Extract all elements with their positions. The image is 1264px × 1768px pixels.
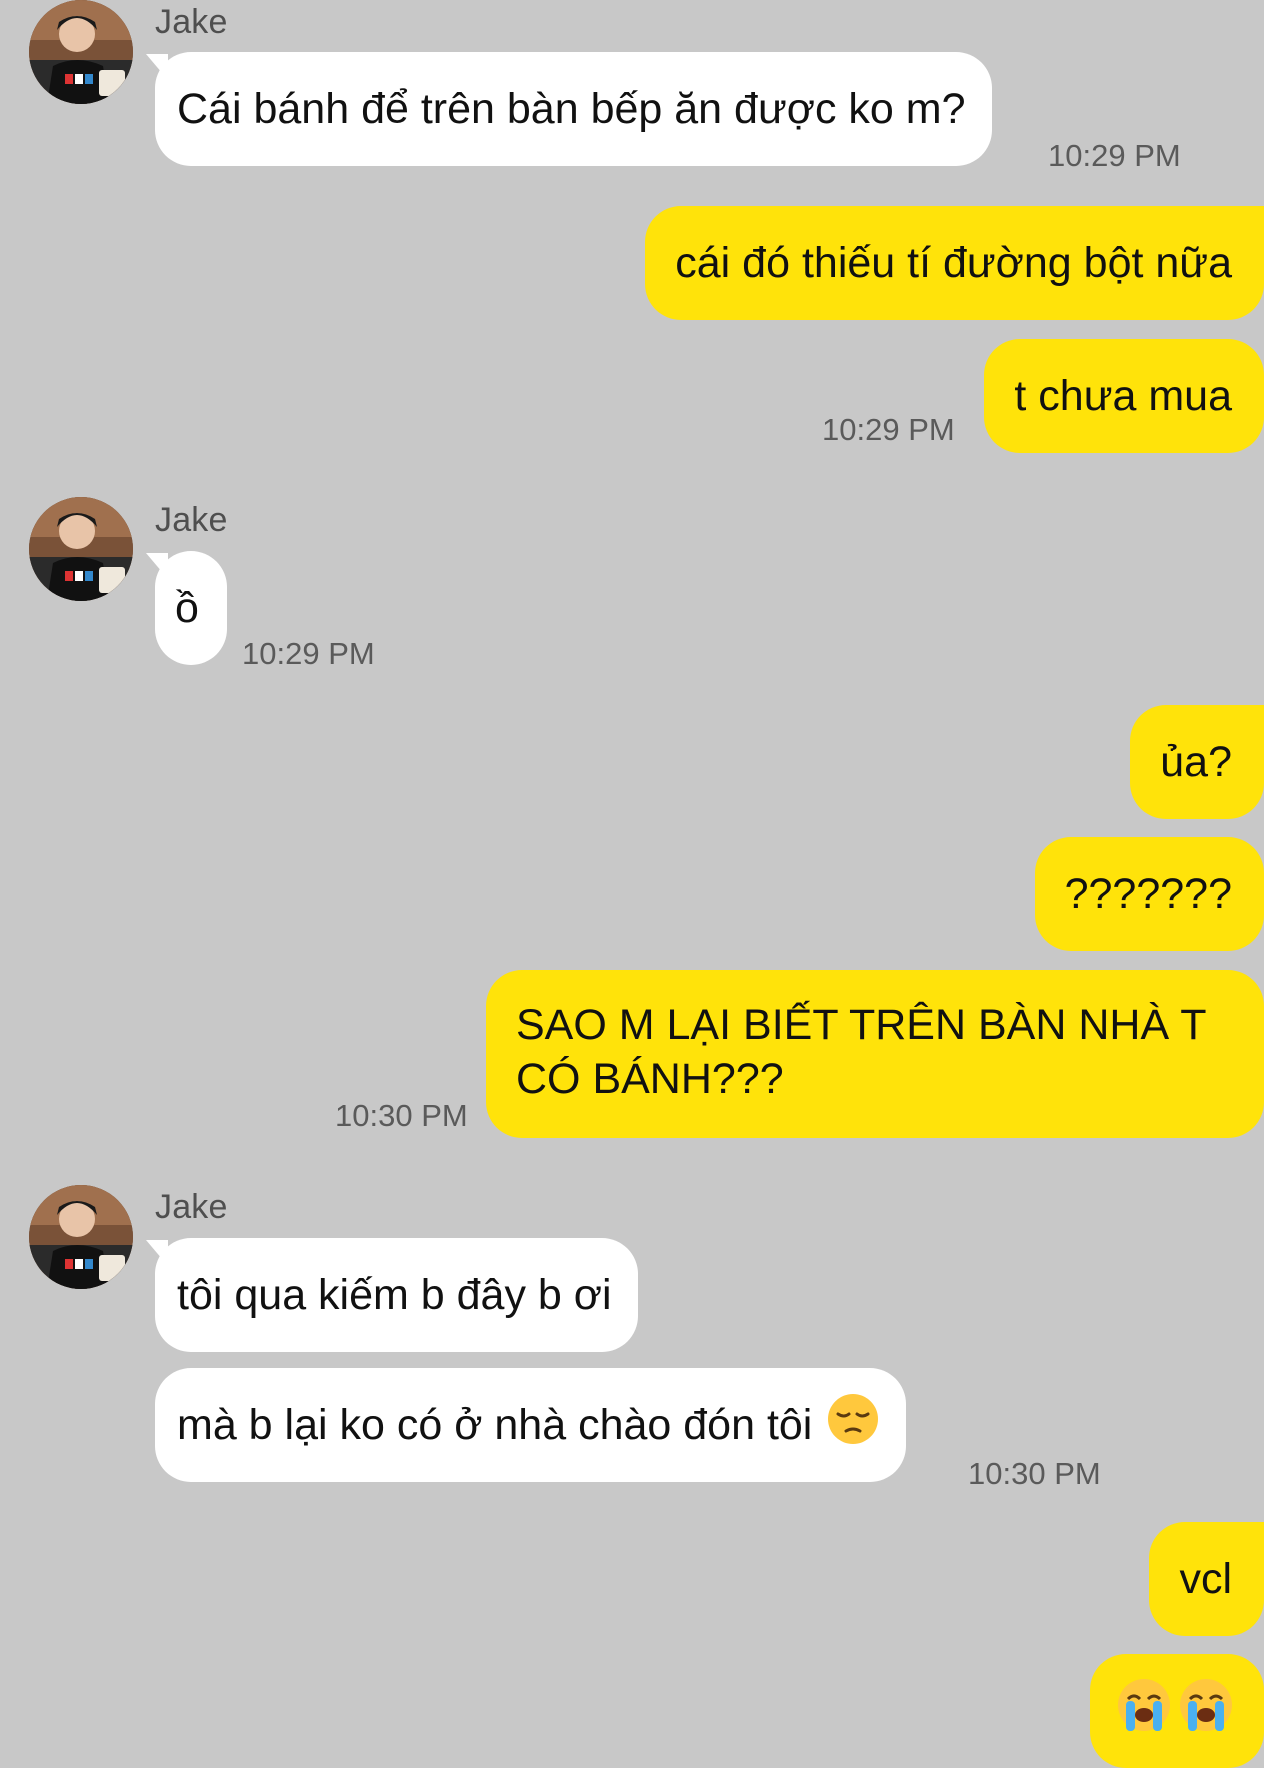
message-text: t chưa mua — [1014, 372, 1232, 420]
avatar-photo-icon — [29, 0, 133, 104]
avatar-photo-icon — [29, 1185, 133, 1289]
message-bubble-outgoing[interactable] — [1090, 1654, 1264, 1768]
avatar-photo-icon — [29, 497, 133, 601]
message-text: vcl — [1179, 1555, 1232, 1603]
message-text: SAO M LẠI BIẾT TRÊN BÀN NHÀ T CÓ BÁNH??? — [516, 1001, 1206, 1103]
pensive-face-icon — [826, 1392, 880, 1459]
message-timestamp: 10:29 PM — [242, 636, 375, 671]
message-text: mà b lại ko có ở nhà chào đón tôi — [177, 1401, 813, 1449]
message-bubble-incoming[interactable]: Cái bánh để trên bàn bếp ăn được ko m? — [155, 52, 992, 166]
message-timestamp: 10:30 PM — [335, 1098, 468, 1133]
avatar-jake[interactable] — [29, 0, 133, 104]
sender-name: Jake — [155, 3, 228, 41]
message-timestamp: 10:29 PM — [822, 412, 955, 447]
message-bubble-incoming[interactable]: mà b lại ko có ở nhà chào đón tôi — [155, 1368, 907, 1482]
avatar-jake[interactable] — [29, 497, 133, 601]
message-text: tôi qua kiếm b đây b ơi — [177, 1271, 612, 1319]
message-bubble-outgoing[interactable]: ??????? — [1034, 837, 1264, 951]
message-bubble-incoming[interactable]: ồ — [155, 551, 227, 665]
message-bubble-outgoing[interactable]: t chưa mua — [984, 339, 1264, 453]
message-bubble-incoming[interactable]: tôi qua kiếm b đây b ơi — [155, 1238, 638, 1352]
message-text: ??????? — [1064, 870, 1232, 918]
message-timestamp: 10:30 PM — [968, 1456, 1101, 1491]
message-text: cái đó thiếu tí đường bột nữa — [675, 239, 1232, 287]
chat-thread: Jake Cái bánh để trên bàn bếp ăn được ko… — [0, 0, 1264, 1768]
message-timestamp: 10:29 PM — [1048, 138, 1181, 173]
message-bubble-outgoing[interactable]: SAO M LẠI BIẾT TRÊN BÀN NHÀ T CÓ BÁNH??? — [486, 970, 1264, 1138]
loudly-crying-face-icon — [1116, 1677, 1172, 1746]
sender-name: Jake — [155, 501, 228, 539]
message-text: ủa? — [1160, 738, 1232, 786]
message-bubble-outgoing[interactable]: vcl — [1149, 1522, 1264, 1636]
loudly-crying-face-icon — [1178, 1677, 1234, 1746]
message-text: ồ — [175, 584, 199, 632]
message-text: Cái bánh để trên bàn bếp ăn được ko m? — [177, 85, 966, 133]
message-bubble-outgoing[interactable]: ủa? — [1130, 705, 1264, 819]
sender-name: Jake — [155, 1188, 228, 1226]
message-bubble-outgoing[interactable]: cái đó thiếu tí đường bột nữa — [645, 206, 1264, 320]
avatar-jake[interactable] — [29, 1185, 133, 1289]
